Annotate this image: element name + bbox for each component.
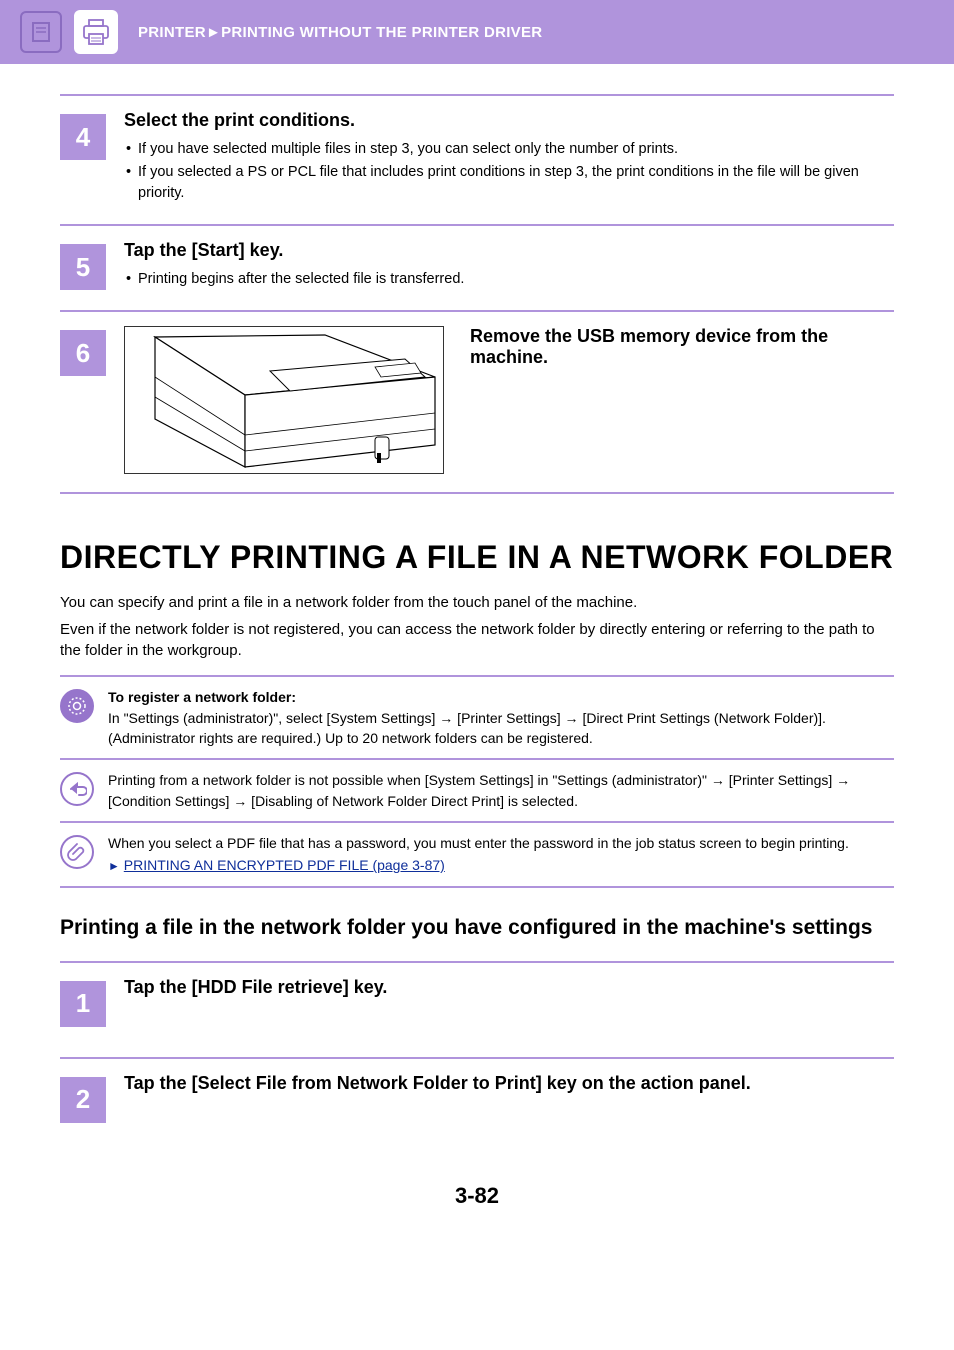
note-title: To register a network folder: — [108, 687, 894, 707]
bullet-item: Printing begins after the selected file … — [124, 269, 894, 290]
link-arrow-icon: ► — [108, 859, 120, 873]
step-b-2: 2 Tap the [Select File from Network Fold… — [60, 1057, 894, 1153]
bullet-item: If you selected a PS or PCL file that in… — [124, 162, 894, 204]
note-text: Printing from a network folder is not po… — [108, 770, 894, 811]
step-b-1: 1 Tap the [HDD File retrieve] key. — [60, 961, 894, 1057]
gear-icon — [60, 689, 94, 723]
page-number: 3-82 — [60, 1183, 894, 1209]
step-number: 2 — [60, 1077, 106, 1123]
bullet-item: If you have selected multiple files in s… — [124, 139, 894, 160]
sub-heading: Printing a file in the network folder yo… — [60, 914, 894, 941]
note-disabled: Printing from a network folder is not po… — [60, 758, 894, 821]
main-heading: DIRECTLY PRINTING A FILE IN A NETWORK FO… — [60, 538, 894, 576]
step-title: Tap the [Start] key. — [124, 240, 894, 261]
paperclip-icon — [60, 835, 94, 869]
step-number: 5 — [60, 244, 106, 290]
section-divider — [60, 492, 894, 538]
breadcrumb: PRINTER►PRINTING WITHOUT THE PRINTER DRI… — [138, 24, 542, 41]
step-title: Select the print conditions. — [124, 110, 894, 131]
step-number: 1 — [60, 981, 106, 1027]
step-4: 4 Select the print conditions. If you ha… — [60, 94, 894, 224]
note-text: When you select a PDF file that has a pa… — [108, 835, 849, 851]
step-title: Remove the USB memory device from the ma… — [470, 326, 894, 368]
step-bullets: Printing begins after the selected file … — [124, 269, 894, 290]
bookmark-square-icon — [20, 11, 62, 53]
encrypted-pdf-link[interactable]: PRINTING AN ENCRYPTED PDF FILE (page 3-8… — [124, 857, 445, 873]
printer-header-icon — [74, 10, 118, 54]
note-pdf: When you select a PDF file that has a pa… — [60, 821, 894, 888]
step-bullets: If you have selected multiple files in s… — [124, 139, 894, 204]
breadcrumb-arrow-icon: ► — [206, 24, 221, 41]
step-5: 5 Tap the [Start] key. Printing begins a… — [60, 224, 894, 310]
step-6: 6 Remove the USB memory device from — [60, 310, 894, 492]
note-text: In "Settings (administrator)", select [S… — [108, 710, 826, 746]
page-header: PRINTER►PRINTING WITHOUT THE PRINTER DRI… — [0, 0, 954, 64]
step-title: Tap the [Select File from Network Folder… — [124, 1073, 894, 1094]
step-number: 4 — [60, 114, 106, 160]
step-number: 6 — [60, 330, 106, 376]
step-title: Tap the [HDD File retrieve] key. — [124, 977, 894, 998]
back-arrow-icon — [60, 772, 94, 806]
printer-illustration — [124, 326, 444, 474]
body-paragraph: Even if the network folder is not regist… — [60, 619, 894, 661]
breadcrumb-section[interactable]: PRINTER — [138, 24, 206, 41]
note-register: To register a network folder: In "Settin… — [60, 675, 894, 758]
body-paragraph: You can specify and print a file in a ne… — [60, 592, 894, 613]
page-content: 4 Select the print conditions. If you ha… — [0, 64, 954, 1229]
breadcrumb-title[interactable]: PRINTING WITHOUT THE PRINTER DRIVER — [221, 24, 542, 41]
